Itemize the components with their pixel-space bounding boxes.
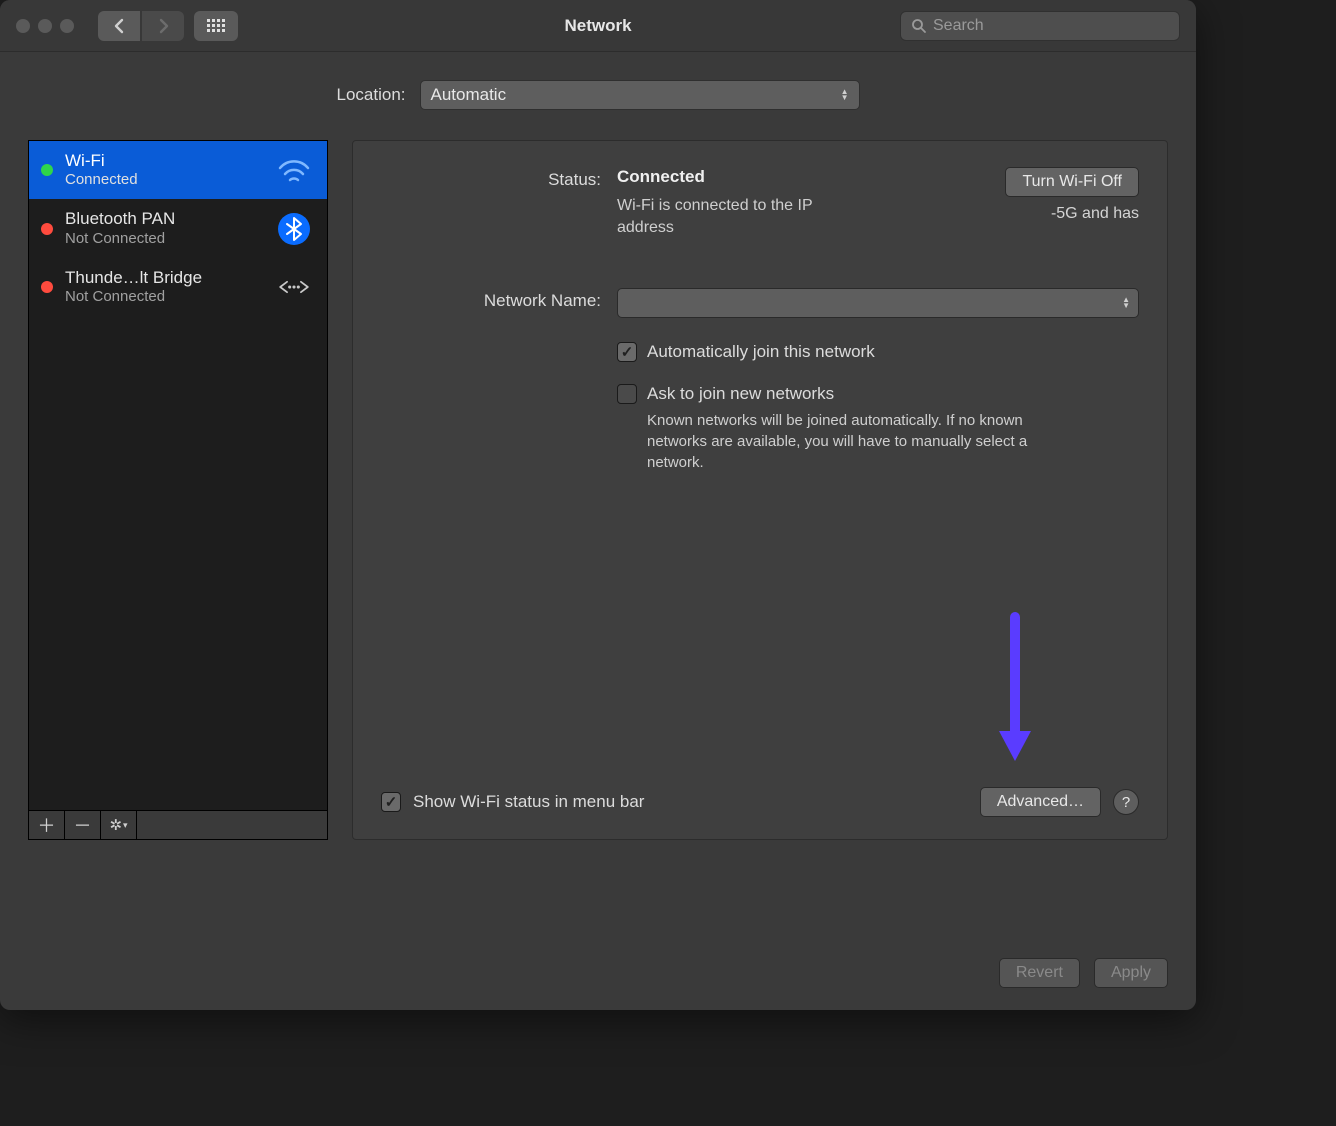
status-label: Status: [381, 167, 601, 190]
network-name-label: Network Name: [381, 288, 601, 473]
auto-join-checkbox[interactable]: ✓ [617, 342, 637, 362]
network-name-row: Network Name: ▲▼ ✓ Automatically join th… [381, 288, 1139, 473]
checkmark-icon: ✓ [621, 343, 634, 361]
bluetooth-icon [275, 210, 313, 248]
location-value: Automatic [431, 85, 507, 105]
status-right-text: -5G and has [1005, 205, 1139, 223]
location-row: Location: Automatic ▲▼ [28, 80, 1168, 110]
auto-join-row: ✓ Automatically join this network [617, 342, 1139, 362]
close-window-button[interactable] [16, 19, 30, 33]
sidebar-tools: ＋ － ✲▾ [28, 810, 328, 840]
interface-name: Wi-Fi [65, 151, 263, 171]
content-area: Location: Automatic ▲▼ Wi-Fi Connected [0, 52, 1196, 862]
status-dot-disconnected-icon [41, 281, 53, 293]
network-preferences-window: Network Location: Automatic ▲▼ Wi-F [0, 0, 1196, 1010]
interface-status: Connected [65, 171, 263, 189]
plus-icon: ＋ [38, 812, 56, 838]
zoom-window-button[interactable] [60, 19, 74, 33]
minus-icon: － [74, 812, 92, 838]
titlebar: Network [0, 0, 1196, 52]
ask-join-label: Ask to join new networks [647, 384, 1077, 404]
show-all-button[interactable] [194, 11, 238, 41]
interface-name: Thunde…lt Bridge [65, 268, 263, 288]
grid-icon [207, 19, 225, 32]
status-dot-connected-icon [41, 164, 53, 176]
wifi-icon [275, 151, 313, 189]
search-icon [911, 18, 927, 34]
chevron-left-icon [114, 18, 125, 34]
apply-button[interactable]: Apply [1094, 958, 1168, 988]
status-description: Wi-Fi is connected to the IP address [617, 195, 827, 238]
interface-name: Bluetooth PAN [65, 209, 263, 229]
detail-bottom-row: ✓ Show Wi-Fi status in menu bar Advanced… [381, 787, 1139, 817]
interface-text: Thunde…lt Bridge Not Connected [65, 268, 263, 306]
remove-interface-button[interactable]: － [65, 811, 101, 839]
nav-buttons [98, 11, 184, 41]
interface-item-wifi[interactable]: Wi-Fi Connected [29, 141, 327, 199]
show-menu-checkbox[interactable]: ✓ [381, 792, 401, 812]
traffic-lights [16, 19, 74, 33]
checkmark-icon: ✓ [385, 793, 398, 811]
interface-text: Wi-Fi Connected [65, 151, 263, 189]
interface-item-bluetooth[interactable]: Bluetooth PAN Not Connected [29, 199, 327, 257]
back-button[interactable] [98, 11, 140, 41]
help-button[interactable]: ? [1113, 789, 1139, 815]
add-interface-button[interactable]: ＋ [29, 811, 65, 839]
detail-panel: Status: Connected Wi-Fi is connected to … [352, 140, 1168, 840]
interface-status: Not Connected [65, 288, 263, 306]
interface-status: Not Connected [65, 230, 263, 248]
revert-button[interactable]: Revert [999, 958, 1080, 988]
main-area: Wi-Fi Connected Bluetooth PAN Not Connec… [28, 140, 1168, 840]
sidebar: Wi-Fi Connected Bluetooth PAN Not Connec… [28, 140, 328, 840]
network-name-select[interactable]: ▲▼ [617, 288, 1139, 318]
window-title: Network [564, 16, 631, 36]
interface-text: Bluetooth PAN Not Connected [65, 209, 263, 247]
auto-join-label: Automatically join this network [647, 342, 875, 362]
interface-actions-button[interactable]: ✲▾ [101, 811, 137, 839]
thunderbolt-bridge-icon [275, 268, 313, 306]
interface-list: Wi-Fi Connected Bluetooth PAN Not Connec… [28, 140, 328, 810]
status-dot-disconnected-icon [41, 223, 53, 235]
chevron-down-icon: ▾ [123, 820, 128, 831]
status-value: Connected [617, 167, 827, 187]
interface-item-thunderbolt[interactable]: Thunde…lt Bridge Not Connected [29, 258, 327, 316]
advanced-button[interactable]: Advanced… [980, 787, 1101, 817]
show-menu-label: Show Wi-Fi status in menu bar [413, 792, 644, 812]
footer-buttons: Revert Apply [999, 958, 1168, 988]
location-select[interactable]: Automatic ▲▼ [420, 80, 860, 110]
stepper-icon: ▲▼ [1122, 297, 1130, 309]
chevron-right-icon [158, 18, 169, 34]
ask-join-row: Ask to join new networks Known networks … [617, 384, 1139, 473]
annotation-arrow-icon [993, 611, 1037, 771]
search-field[interactable] [900, 11, 1180, 41]
turn-wifi-off-button[interactable]: Turn Wi-Fi Off [1005, 167, 1139, 197]
search-input[interactable] [933, 17, 1169, 35]
ask-join-description: Known networks will be joined automatica… [647, 410, 1077, 473]
minimize-window-button[interactable] [38, 19, 52, 33]
gear-icon: ✲ [109, 816, 122, 834]
status-row: Status: Connected Wi-Fi is connected to … [381, 167, 1139, 238]
stepper-icon: ▲▼ [841, 89, 849, 101]
forward-button[interactable] [142, 11, 184, 41]
location-label: Location: [337, 85, 406, 105]
ask-join-checkbox[interactable] [617, 384, 637, 404]
